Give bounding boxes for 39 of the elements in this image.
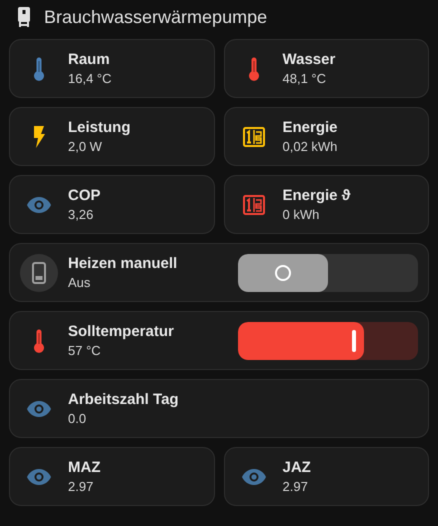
entity-tile[interactable]: Wasser 48,1 °C (224, 39, 429, 98)
entity-tile[interactable]: MAZ 2.97 (9, 447, 214, 506)
card-title: Brauchwasserwärmepumpe (44, 6, 268, 28)
tile-value: 2.97 (282, 479, 309, 494)
tile-value: 0 kWh (282, 207, 320, 222)
tile-value: Aus (68, 275, 92, 290)
entity-tile[interactable]: Heizen manuell Aus (9, 243, 429, 302)
water-heater-icon (17, 7, 31, 27)
tile-value: 2,0 W (68, 139, 103, 154)
tile-label: Energie ϑ (282, 187, 352, 204)
tile-value: 3,26 (68, 207, 94, 222)
temperature-slider[interactable] (238, 322, 418, 360)
entity-tile[interactable]: Leistung 2,0 W (9, 107, 214, 166)
entity-tile[interactable]: Arbeitszahl Tag 0.0 (9, 379, 429, 438)
tile-value: 2.97 (68, 479, 94, 494)
tile-label: Energie (282, 119, 339, 136)
tile-label: MAZ (68, 459, 102, 476)
tile-label: Heizen manuell (68, 255, 178, 272)
tile-label: Solltemperatur (68, 323, 175, 340)
tile-label: Raum (68, 51, 111, 68)
tile-label: Arbeitszahl Tag (68, 391, 180, 408)
tile-label: JAZ (282, 459, 312, 476)
entity-tile[interactable]: Raum 16,4 °C (9, 39, 214, 98)
tile-label: COP (68, 187, 102, 204)
entity-tile[interactable]: COP 3,26 (9, 175, 214, 234)
tile-value: 48,1 °C (282, 71, 328, 86)
tile-value: 0,02 kWh (282, 139, 338, 154)
tile-value: 57 °C (68, 343, 102, 358)
water-heater-icon (32, 262, 46, 284)
tile-value: 16,4 °C (68, 71, 113, 86)
entity-tile[interactable]: Solltemperatur 57 °C (9, 311, 429, 370)
slider-handle[interactable] (352, 330, 356, 352)
tile-label: Leistung (68, 119, 132, 136)
toggle-switch[interactable] (238, 254, 418, 292)
entity-tile[interactable]: Energie ϑ 0 kWh (224, 175, 429, 234)
entity-tile[interactable]: Energie 0,02 kWh (224, 107, 429, 166)
tile-value: 0.0 (68, 411, 88, 426)
entity-tile[interactable]: JAZ 2.97 (224, 447, 429, 506)
tile-label: Wasser (282, 51, 336, 68)
